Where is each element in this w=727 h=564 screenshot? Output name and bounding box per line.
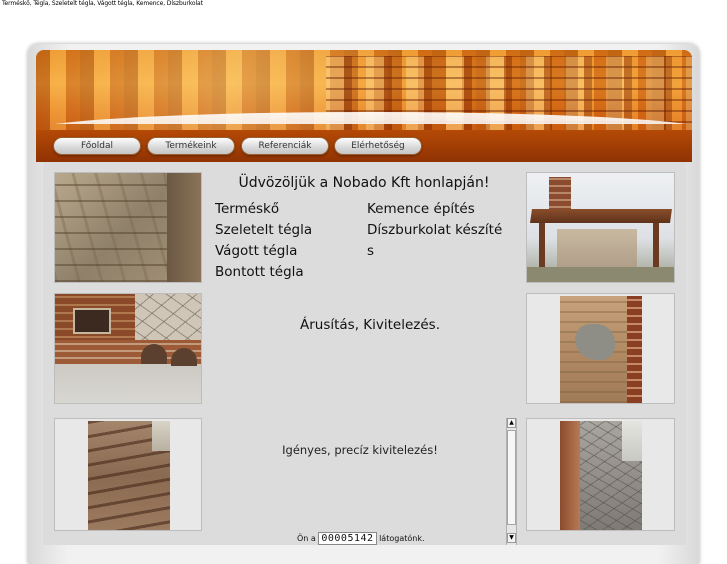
welcome-heading: Üdvözöljük a Nobado Kft honlapján!: [238, 175, 490, 191]
nav-home[interactable]: Főoldal: [53, 137, 141, 155]
visitor-counter: Ön a 00005142 látogatónk.: [297, 532, 425, 545]
product-item: Kemence építés: [367, 201, 475, 217]
photo-stone-stairs[interactable]: [54, 172, 202, 283]
photo-oven-pavilion[interactable]: [526, 172, 675, 283]
nav-products[interactable]: Termékeink: [147, 137, 235, 155]
sales-line: Árusítás, Kivitelezés.: [299, 317, 441, 333]
photo-stone-wall[interactable]: [526, 293, 675, 404]
product-item: Bontott tégla: [215, 264, 304, 280]
products-list-left: Terméskő Szeletelt tégla Vágott tégla Bo…: [215, 199, 312, 283]
product-item: s: [367, 243, 375, 259]
content-scrollbar[interactable]: ▲ ▼: [506, 418, 517, 545]
photo-brick-oven-floor[interactable]: [54, 293, 202, 404]
visitor-prefix: Ön a: [297, 534, 316, 543]
visitor-count: 00005142: [318, 532, 377, 545]
product-item: Díszburkolat készíté: [367, 222, 503, 238]
product-item: Szeletelt tégla: [215, 222, 313, 238]
page-title-text: Terméskő, Tégla, Szeletelt tégla, Vágott…: [2, 0, 203, 7]
scroll-up-icon[interactable]: ▲: [507, 418, 516, 428]
nav-contact[interactable]: Elérhetőség: [334, 137, 422, 155]
photo-brick-steps[interactable]: [54, 418, 202, 531]
scroll-down-icon[interactable]: ▼: [507, 533, 516, 543]
product-item: Vágott tégla: [215, 243, 298, 259]
nav-references[interactable]: Referenciák: [241, 137, 329, 155]
visitor-suffix: látogatónk.: [379, 534, 425, 543]
quality-line: Igényes, precíz kivitelezés!: [282, 443, 438, 457]
products-list-right: Kemence építés Díszburkolat készíté s: [367, 199, 502, 262]
scroll-thumb[interactable]: [507, 430, 516, 525]
photo-paved-path[interactable]: [526, 418, 675, 531]
product-item: Terméskő: [215, 201, 280, 217]
